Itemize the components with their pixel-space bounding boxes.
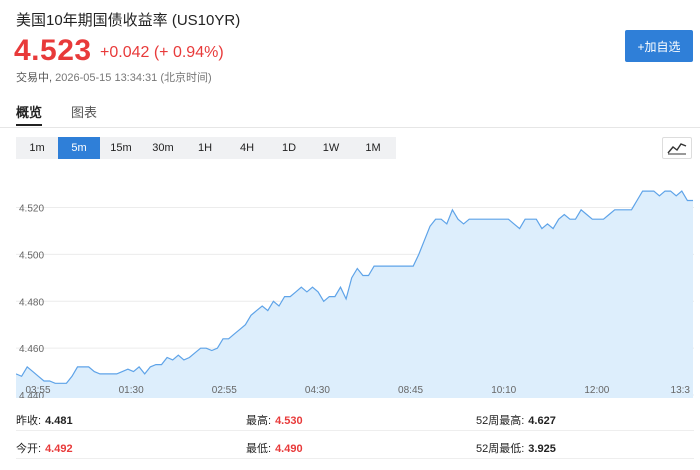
chart-area-fill [16, 191, 693, 398]
range-15m[interactable]: 15m [100, 137, 142, 159]
stat-value: 4.627 [528, 415, 556, 427]
x-tick-label: 04:30 [305, 385, 330, 396]
current-price: 4.523 [14, 34, 92, 67]
stat-52wk-low: 52周最低: 3.925 [476, 440, 556, 456]
stat-high: 最高: 4.530 [246, 412, 303, 428]
stat-open: 今开: 4.492 [16, 440, 73, 456]
stat-label: 最低: [246, 443, 272, 455]
yield-chart[interactable]: 4.5204.5004.4804.4604.440 03:55 01:30 02:5… [16, 168, 694, 398]
stat-value: 4.481 [45, 415, 73, 427]
x-tick-label: 03:55 [25, 385, 50, 396]
page-title: 美国10年期国债收益率 (US10YR) [16, 12, 241, 29]
range-1w[interactable]: 1W [310, 137, 352, 159]
range-4h[interactable]: 4H [226, 137, 268, 159]
stat-label: 今开: [16, 443, 42, 455]
stats-row-divider [16, 458, 694, 459]
stat-label: 最高: [246, 415, 272, 427]
status-label: 交易中, [16, 72, 53, 84]
x-tick-label: 02:55 [212, 385, 237, 396]
stat-prev-close: 昨收: 4.481 [16, 412, 73, 428]
timestamp: 2026-05-15 13:34:31 (北京时间) [55, 72, 212, 84]
range-1mo[interactable]: 1M [352, 137, 394, 159]
y-tick-label: 4.520 [19, 204, 44, 215]
x-tick-label: 10:10 [491, 385, 516, 396]
y-tick-label: 4.460 [19, 344, 44, 355]
add-to-watchlist-button[interactable]: +加自选 [625, 30, 693, 62]
price-change: +0.042 (+ 0.94%) [100, 44, 224, 61]
stat-52wk-high: 52周最高: 4.627 [476, 412, 556, 428]
x-tick-label: 08:45 [398, 385, 423, 396]
trading-status: 交易中, 2026-05-15 13:34:31 (北京时间) [16, 69, 212, 85]
stat-label: 52周最高: [476, 415, 525, 427]
tab-active-indicator [16, 124, 42, 126]
stat-value: 4.492 [45, 443, 73, 455]
tab-chart[interactable]: 图表 [71, 102, 97, 121]
tab-divider [0, 127, 700, 128]
range-1d[interactable]: 1D [268, 137, 310, 159]
x-tick-label: 01:30 [119, 385, 144, 396]
y-tick-label: 4.480 [19, 297, 44, 308]
chart-type-button[interactable] [662, 137, 692, 159]
x-tick-label: 12:00 [584, 385, 609, 396]
line-chart-icon [667, 143, 687, 155]
stat-value: 4.490 [275, 443, 303, 455]
stat-value: 3.925 [528, 443, 556, 455]
stats-row-divider [16, 430, 694, 431]
range-1h[interactable]: 1H [184, 137, 226, 159]
tab-overview[interactable]: 概览 [16, 102, 42, 121]
y-tick-label: 4.500 [19, 250, 44, 261]
time-range-selector: 1m 5m 15m 30m 1H 4H 1D 1W 1M [16, 137, 396, 159]
stat-low: 最低: 4.490 [246, 440, 303, 456]
stat-label: 52周最低: [476, 443, 525, 455]
stat-value: 4.530 [275, 415, 303, 427]
x-tick-label: 13:3 [671, 385, 691, 396]
range-30m[interactable]: 30m [142, 137, 184, 159]
stat-label: 昨收: [16, 415, 42, 427]
range-5m[interactable]: 5m [58, 137, 100, 159]
range-1m[interactable]: 1m [16, 137, 58, 159]
